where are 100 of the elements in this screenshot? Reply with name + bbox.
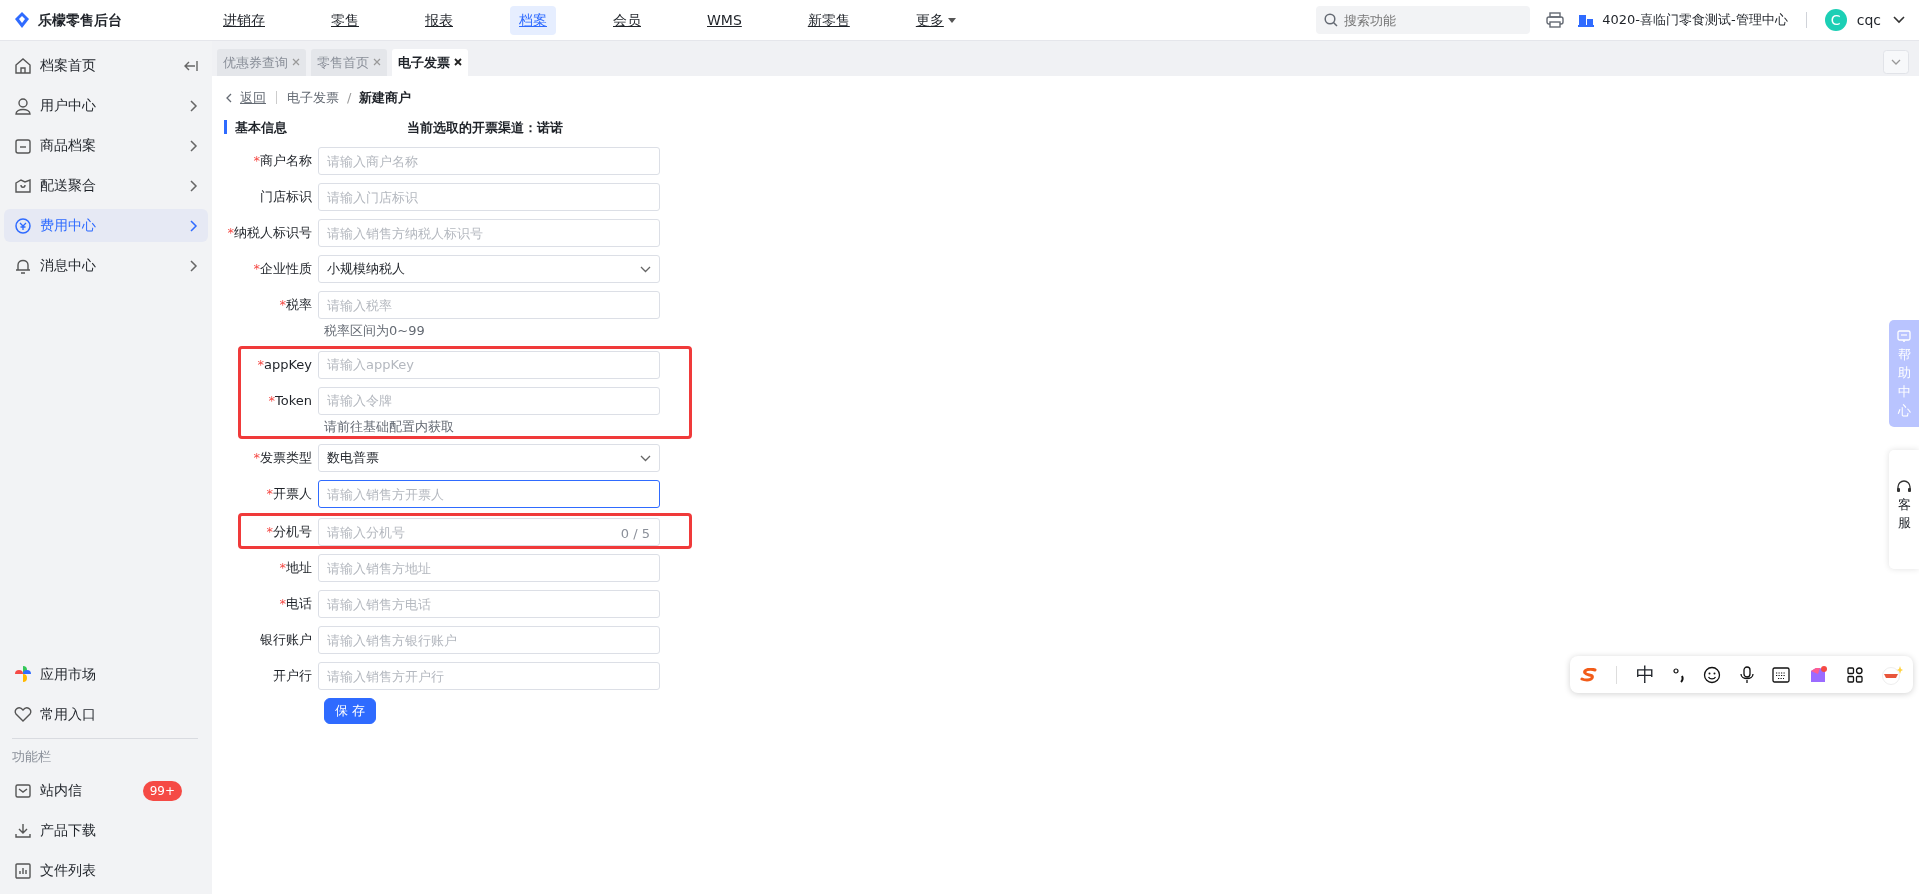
field-label: 开户行 (273, 667, 312, 686)
sidebar-item[interactable]: 站内信 99+ (4, 774, 208, 807)
nav-tab[interactable]: 新零售 (798, 5, 859, 35)
section-title: 基本信息 (235, 118, 288, 137)
keyboard-icon[interactable] (1771, 666, 1790, 683)
section-title: 功能栏 (11, 747, 52, 766)
required-marker: * (279, 297, 286, 313)
collapse-icon[interactable] (184, 59, 198, 72)
field-label: 开票人 (273, 485, 312, 504)
ime-mode-toggle[interactable]: 中 (1635, 660, 1655, 689)
sidebar-item[interactable]: 费用中心 (4, 209, 208, 242)
home-icon (14, 56, 32, 75)
field-label: 发票类型 (260, 449, 312, 468)
user-icon (14, 96, 32, 115)
heart-icon (14, 705, 32, 723)
mascot-icon[interactable] (1880, 664, 1903, 685)
microphone-icon[interactable] (1739, 665, 1754, 684)
user-name[interactable]: cqc (1856, 9, 1881, 31)
required-marker: * (279, 560, 286, 576)
store-name[interactable]: 4020-喜临门零食测试-管理中心 (1602, 10, 1788, 30)
input-field[interactable]: 请输入销售方开票人 (318, 480, 660, 508)
required-marker: * (253, 261, 260, 277)
chevron-right-icon (190, 219, 198, 232)
logo-icon (14, 11, 30, 29)
printer-icon[interactable] (1546, 12, 1565, 28)
breadcrumb-current: 新建商户 (359, 89, 412, 107)
caret-icon (947, 17, 956, 23)
chevron-left-icon (226, 92, 232, 103)
sidebar-item[interactable]: 产品下载 (4, 814, 208, 847)
nav-tab[interactable]: 零售 (322, 5, 368, 35)
breadcrumb-separator: / (347, 89, 352, 107)
chevron-down-icon[interactable] (1893, 16, 1905, 24)
message-icon (1897, 330, 1911, 343)
field-label: 纳税人标识号 (234, 224, 312, 243)
field-label: 门店标识 (260, 188, 312, 207)
save-button[interactable]: 保 存 (324, 698, 377, 724)
emoji-icon[interactable] (1703, 665, 1722, 684)
close-icon[interactable] (454, 58, 462, 67)
field-label: appKey (263, 355, 312, 374)
download-icon (14, 821, 32, 840)
select-field[interactable]: 数电普票 (318, 444, 660, 472)
required-marker: * (257, 356, 264, 372)
chevron-right-icon (190, 259, 198, 272)
field-label: 商户名称 (260, 152, 312, 171)
field-label: Token (275, 391, 312, 410)
required-marker: * (227, 225, 234, 241)
more-menu[interactable]: 更多 (906, 5, 965, 35)
channel-note: 当前选取的开票渠道：诺诺 (407, 118, 563, 137)
sidebar-item[interactable]: 档案首页 (4, 49, 208, 82)
nav-tab[interactable]: 报表 (416, 5, 462, 35)
field-label: 税率 (286, 296, 312, 315)
nav-tab[interactable]: 进销存 (214, 5, 274, 35)
chevron-right-icon (190, 179, 198, 192)
yuan-icon (14, 216, 32, 235)
field-label: 银行账户 (260, 631, 312, 650)
section-marker (224, 120, 227, 135)
app-market-icon (14, 665, 32, 683)
required-marker: * (279, 596, 286, 612)
sidebar-item[interactable]: 应用市场 (4, 657, 208, 691)
required-marker: * (268, 392, 275, 408)
page-tab[interactable]: 电子发票 (392, 48, 468, 76)
field-label: 电话 (286, 595, 312, 614)
search-icon (1324, 13, 1339, 27)
field-hint: 请前往基础配置内获取 (324, 417, 455, 436)
map-icon (14, 176, 32, 195)
required-marker: * (266, 486, 273, 502)
select-field[interactable]: 小规模纳税人 (318, 255, 660, 283)
nav-tab[interactable]: 档案 (510, 5, 556, 35)
field-hint: 税率区间为0~99 (324, 322, 426, 340)
ime-logo-icon[interactable] (1580, 667, 1598, 682)
app-name: 乐檬零售后台 (38, 10, 122, 30)
chevron-right-icon (190, 99, 198, 112)
field-label: 地址 (286, 559, 312, 578)
shirt-icon[interactable] (1808, 665, 1829, 684)
headset-icon (1896, 478, 1912, 495)
chart-icon (14, 861, 32, 880)
nav-tab[interactable]: WMS (698, 5, 751, 35)
sidebar-item[interactable]: 常用入口 (4, 697, 208, 731)
sidebar-item[interactable]: 消息中心 (4, 249, 208, 282)
breadcrumb-link[interactable]: 电子发票 (287, 88, 339, 108)
back-link[interactable]: 返回 (226, 88, 266, 108)
sidebar-item[interactable]: 商品档案 (4, 129, 208, 162)
sidebar-item[interactable]: 配送聚合 (4, 169, 208, 202)
apps-grid-icon[interactable] (1846, 666, 1863, 683)
sidebar-item[interactable]: 用户中心 (4, 89, 208, 122)
punctuation-icon[interactable] (1673, 666, 1685, 683)
chevron-down-icon (640, 454, 651, 462)
field-label: 分机号 (273, 523, 312, 542)
nav-tab[interactable]: 会员 (604, 5, 650, 35)
box-icon (14, 136, 32, 155)
chevron-down-icon (640, 265, 651, 273)
count-badge: 99+ (142, 780, 182, 801)
sidebar-item[interactable]: 文件列表 (4, 854, 208, 887)
character-counter: 0 / 5 (620, 525, 650, 543)
required-marker: * (253, 153, 260, 169)
field-label: 企业性质 (260, 260, 312, 279)
required-marker: * (253, 450, 260, 466)
search-field[interactable]: 搜索功能 (1316, 6, 1531, 34)
building-icon (1578, 13, 1595, 27)
customer-service-tab[interactable]: 客服 (1889, 450, 1919, 569)
